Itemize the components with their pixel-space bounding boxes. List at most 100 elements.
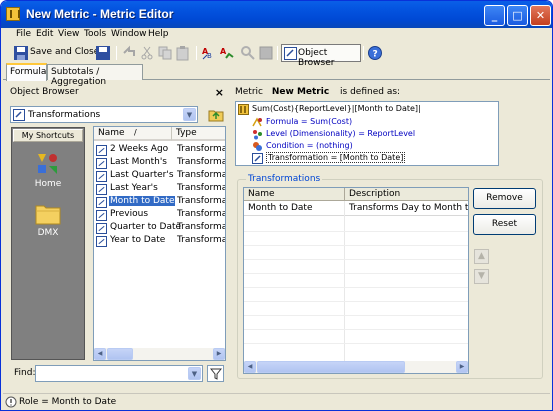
toolbar-separator: [277, 46, 278, 60]
metric-icon: [238, 104, 249, 115]
scroll-right-icon[interactable]: ▶: [456, 361, 468, 373]
object-browser-icon: [284, 47, 297, 60]
metric-definition-panel: Metric New Metric is defined as: Sum(Cos…: [235, 87, 547, 383]
validate-icon[interactable]: A: [219, 45, 235, 61]
item-type: Transformation: [177, 222, 226, 232]
grid-divider: [244, 343, 468, 344]
role-icon: [5, 396, 17, 408]
help-icon[interactable]: ?: [367, 45, 383, 61]
item-name: Month to Date: [109, 196, 176, 206]
column-header-name[interactable]: Name /: [94, 127, 172, 141]
scrollbar-thumb[interactable]: [107, 348, 133, 360]
window-title: New Metric - Metric Editor: [26, 7, 174, 21]
shortcut-home[interactable]: Home: [12, 150, 84, 189]
folder-up-icon[interactable]: [208, 107, 224, 123]
shortcut-dmx[interactable]: DMX: [12, 203, 84, 238]
transformations-grid: Name Description Month to Date Transform…: [243, 187, 469, 374]
close-button[interactable]: ✕: [530, 5, 551, 26]
copy-icon[interactable]: [157, 45, 173, 61]
object-browser-panel: Object Browser × Transformations ▼ My Sh…: [10, 86, 228, 383]
my-shortcuts-pane: My Shortcuts Home DMX: [11, 127, 85, 360]
toolbar-separator: [196, 46, 197, 60]
tab-subtotals-aggregation[interactable]: Subtotals / Aggregation: [47, 64, 143, 87]
svg-text:A: A: [220, 47, 227, 56]
move-down-icon[interactable]: ▼: [474, 269, 489, 284]
minimize-button[interactable]: _: [484, 5, 505, 26]
menu-help[interactable]: Help: [148, 29, 169, 39]
save-as-icon[interactable]: [95, 45, 111, 61]
metric-editor-icon: [6, 7, 20, 21]
metric-name: New Metric: [271, 87, 330, 97]
tab-formula[interactable]: Formula: [6, 63, 47, 81]
grid-divider: [244, 259, 468, 260]
grid-horizontal-scrollbar[interactable]: ◀ ▶: [244, 361, 468, 373]
find-input[interactable]: ▼: [35, 365, 203, 382]
remove-button[interactable]: Remove: [473, 188, 536, 209]
undo-icon[interactable]: [121, 45, 137, 61]
toolbar-separator: [116, 46, 117, 60]
grid-divider: [244, 287, 468, 288]
save-and-close-button[interactable]: Save and Close: [30, 47, 99, 57]
menu-file[interactable]: File: [16, 29, 31, 39]
scrollbar-thumb[interactable]: [257, 361, 405, 373]
menu-window[interactable]: Window: [111, 29, 147, 39]
object-browser-button[interactable]: Object Browser: [281, 44, 361, 68]
move-up-icon[interactable]: ▲: [474, 249, 489, 264]
svg-text:B: B: [207, 52, 212, 60]
grid-header-name[interactable]: Name: [244, 188, 345, 201]
title-bar[interactable]: New Metric - Metric Editor _ □ ✕: [1, 1, 552, 28]
horizontal-scrollbar[interactable]: ◀ ▶: [94, 348, 225, 360]
scroll-left-icon[interactable]: ◀: [244, 361, 256, 373]
grid-divider: [244, 245, 468, 246]
shortcut-dmx-label: DMX: [37, 228, 59, 238]
grid-divider: [244, 315, 468, 316]
formula-text: Formula = Sum(Cost): [266, 117, 353, 126]
condition-icon: [253, 142, 262, 151]
svg-text:?: ?: [373, 50, 378, 60]
item-name: Last Year's: [110, 183, 158, 193]
item-name: Previous: [110, 209, 149, 219]
maximize-button[interactable]: □: [507, 5, 528, 26]
transformation-icon: [96, 197, 107, 208]
condition-text: Condition = (nothing): [266, 141, 353, 150]
transformation-icon: [96, 171, 107, 182]
item-name: Quarter to Date: [110, 222, 182, 232]
chevron-down-icon[interactable]: ▼: [183, 108, 196, 121]
metric-definition-text: Sum(Cost){ReportLevel}|[Month to Date]|: [252, 104, 421, 113]
menu-view[interactable]: View: [58, 29, 79, 39]
grid-cell-name[interactable]: Month to Date: [244, 202, 345, 216]
item-type: Transformation: [177, 209, 226, 219]
metric-heading: Metric New Metric is defined as:: [235, 87, 400, 97]
column-name-label: Name: [98, 128, 125, 138]
grid-divider: [344, 201, 345, 361]
menu-tools[interactable]: Tools: [84, 29, 106, 39]
shortcut-home-label: Home: [34, 179, 62, 189]
grid-header-description[interactable]: Description: [345, 188, 468, 201]
object-browser-title: Object Browser: [10, 87, 79, 97]
transformation-icon: [96, 236, 107, 247]
properties-icon[interactable]: [258, 45, 274, 61]
my-shortcuts-header[interactable]: My Shortcuts: [13, 129, 83, 142]
status-text: Role = Month to Date: [19, 397, 117, 407]
item-name: Last Quarter's: [110, 170, 174, 180]
transformations-group-label: Transformations: [246, 174, 323, 184]
scroll-right-icon[interactable]: ▶: [213, 348, 225, 360]
object-browser-close-icon[interactable]: ×: [215, 86, 224, 99]
save-icon[interactable]: [13, 45, 29, 61]
find-icon[interactable]: [240, 45, 256, 61]
folder-dropdown[interactable]: Transformations ▼: [10, 106, 198, 123]
reset-button[interactable]: Reset: [473, 214, 536, 235]
transformation-icon: [96, 223, 107, 234]
item-name: Year to Date: [110, 235, 166, 245]
chevron-down-icon[interactable]: ▼: [188, 367, 201, 380]
menu-edit[interactable]: Edit: [36, 29, 53, 39]
spell-check-icon[interactable]: AB: [201, 45, 217, 61]
grid-cell-description[interactable]: Transforms Day to Month to Date: [345, 202, 468, 216]
cut-icon[interactable]: [139, 45, 155, 61]
column-header-type[interactable]: Type: [172, 127, 225, 141]
item-type: Transformation: [177, 157, 226, 167]
find-label: Find:: [14, 368, 36, 378]
scroll-left-icon[interactable]: ◀: [94, 348, 106, 360]
filter-button[interactable]: [207, 365, 224, 382]
paste-icon[interactable]: [175, 45, 191, 61]
